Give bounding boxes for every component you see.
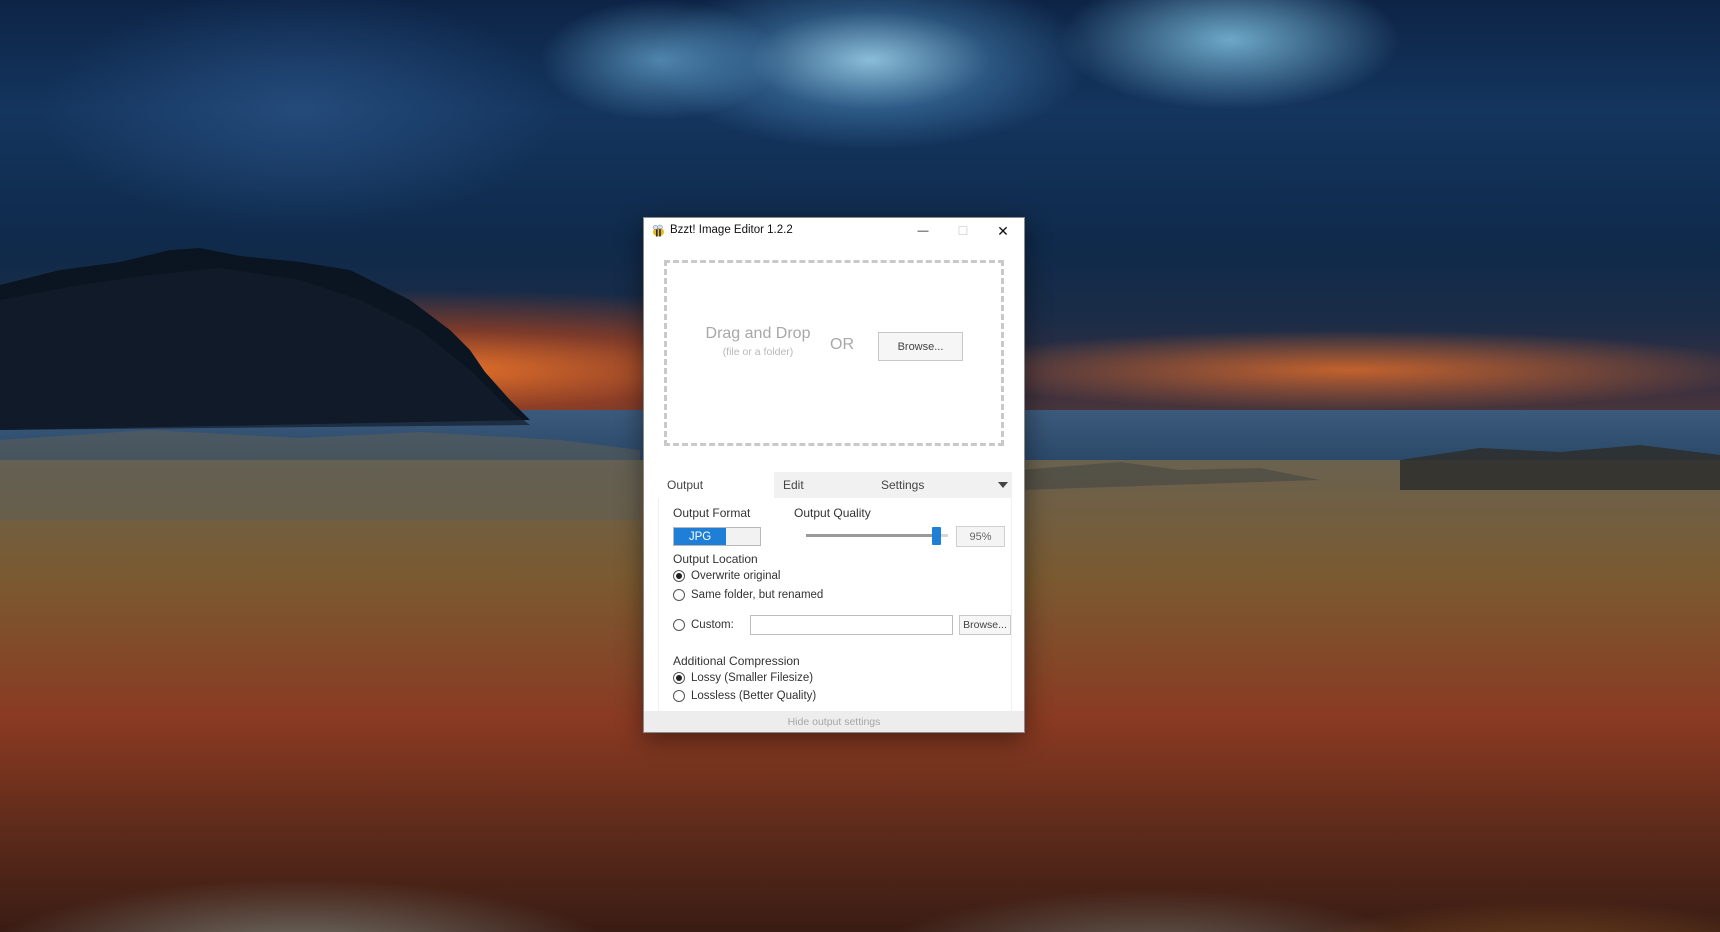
minimize-button[interactable]: — xyxy=(903,218,943,244)
close-icon: ✕ xyxy=(997,222,1009,239)
tab-output[interactable]: Output xyxy=(658,472,774,498)
output-quality-label: Output Quality xyxy=(794,506,871,520)
quality-value-box[interactable]: 95% xyxy=(956,526,1005,547)
custom-path-input[interactable] xyxy=(750,615,953,635)
radio-button[interactable] xyxy=(673,690,685,702)
output-settings-panel: Output Format JPG Output Quality 95% Out… xyxy=(658,498,1012,711)
radio-custom[interactable]: Custom: xyxy=(673,617,734,633)
additional-compression-label: Additional Compression xyxy=(673,654,800,668)
caret-down-icon[interactable] xyxy=(998,482,1008,488)
tab-settings[interactable]: Settings xyxy=(881,472,924,498)
tab-bar: Output Edit Settings xyxy=(658,472,1012,498)
output-format-toggle[interactable]: JPG xyxy=(673,527,761,546)
radio-overwrite-original[interactable]: Overwrite original xyxy=(673,568,780,584)
output-format-label: Output Format xyxy=(673,506,751,520)
radio-button[interactable] xyxy=(673,619,685,631)
or-label: OR xyxy=(830,336,854,353)
custom-browse-button[interactable]: Browse... xyxy=(959,615,1011,635)
radio-label: Same folder, but renamed xyxy=(691,589,824,601)
radio-lossy[interactable]: Lossy (Smaller Filesize) xyxy=(673,670,813,686)
drag-drop-hint: (file or a folder) xyxy=(722,346,794,358)
drag-drop-label: Drag and Drop xyxy=(705,325,811,342)
browse-button[interactable]: Browse... xyxy=(878,332,963,361)
radio-label: Custom: xyxy=(691,619,734,631)
quality-slider[interactable] xyxy=(806,527,948,545)
quality-slider-fill xyxy=(806,534,932,537)
app-window: Bzzt! Image Editor 1.2.2 — ☐ ✕ Drag and … xyxy=(643,217,1025,733)
radio-label: Overwrite original xyxy=(691,570,781,582)
maximize-button[interactable]: ☐ xyxy=(943,218,983,244)
quality-slider-thumb[interactable] xyxy=(932,527,941,545)
radio-label: Lossy (Smaller Filesize) xyxy=(691,672,814,684)
maximize-icon: ☐ xyxy=(957,224,969,238)
format-selected: JPG xyxy=(674,528,726,545)
radio-button[interactable] xyxy=(673,570,685,582)
close-button[interactable]: ✕ xyxy=(983,218,1023,244)
minimize-icon: — xyxy=(917,225,929,237)
window-title: Bzzt! Image Editor 1.2.2 xyxy=(670,224,793,236)
radio-label: Lossless (Better Quality) xyxy=(691,690,817,702)
radio-button[interactable] xyxy=(673,672,685,684)
bee-icon xyxy=(652,224,664,237)
drop-zone[interactable]: Drag and Drop (file or a folder) OR Brow… xyxy=(664,260,1004,446)
radio-lossless[interactable]: Lossless (Better Quality) xyxy=(673,688,816,704)
radio-button[interactable] xyxy=(673,589,685,601)
hide-output-settings-button[interactable]: Hide output settings xyxy=(644,711,1024,732)
title-bar[interactable]: Bzzt! Image Editor 1.2.2 — ☐ ✕ xyxy=(644,218,1024,244)
output-location-label: Output Location xyxy=(673,552,758,566)
tab-edit[interactable]: Edit xyxy=(783,472,804,498)
radio-same-folder-renamed[interactable]: Same folder, but renamed xyxy=(673,587,823,603)
